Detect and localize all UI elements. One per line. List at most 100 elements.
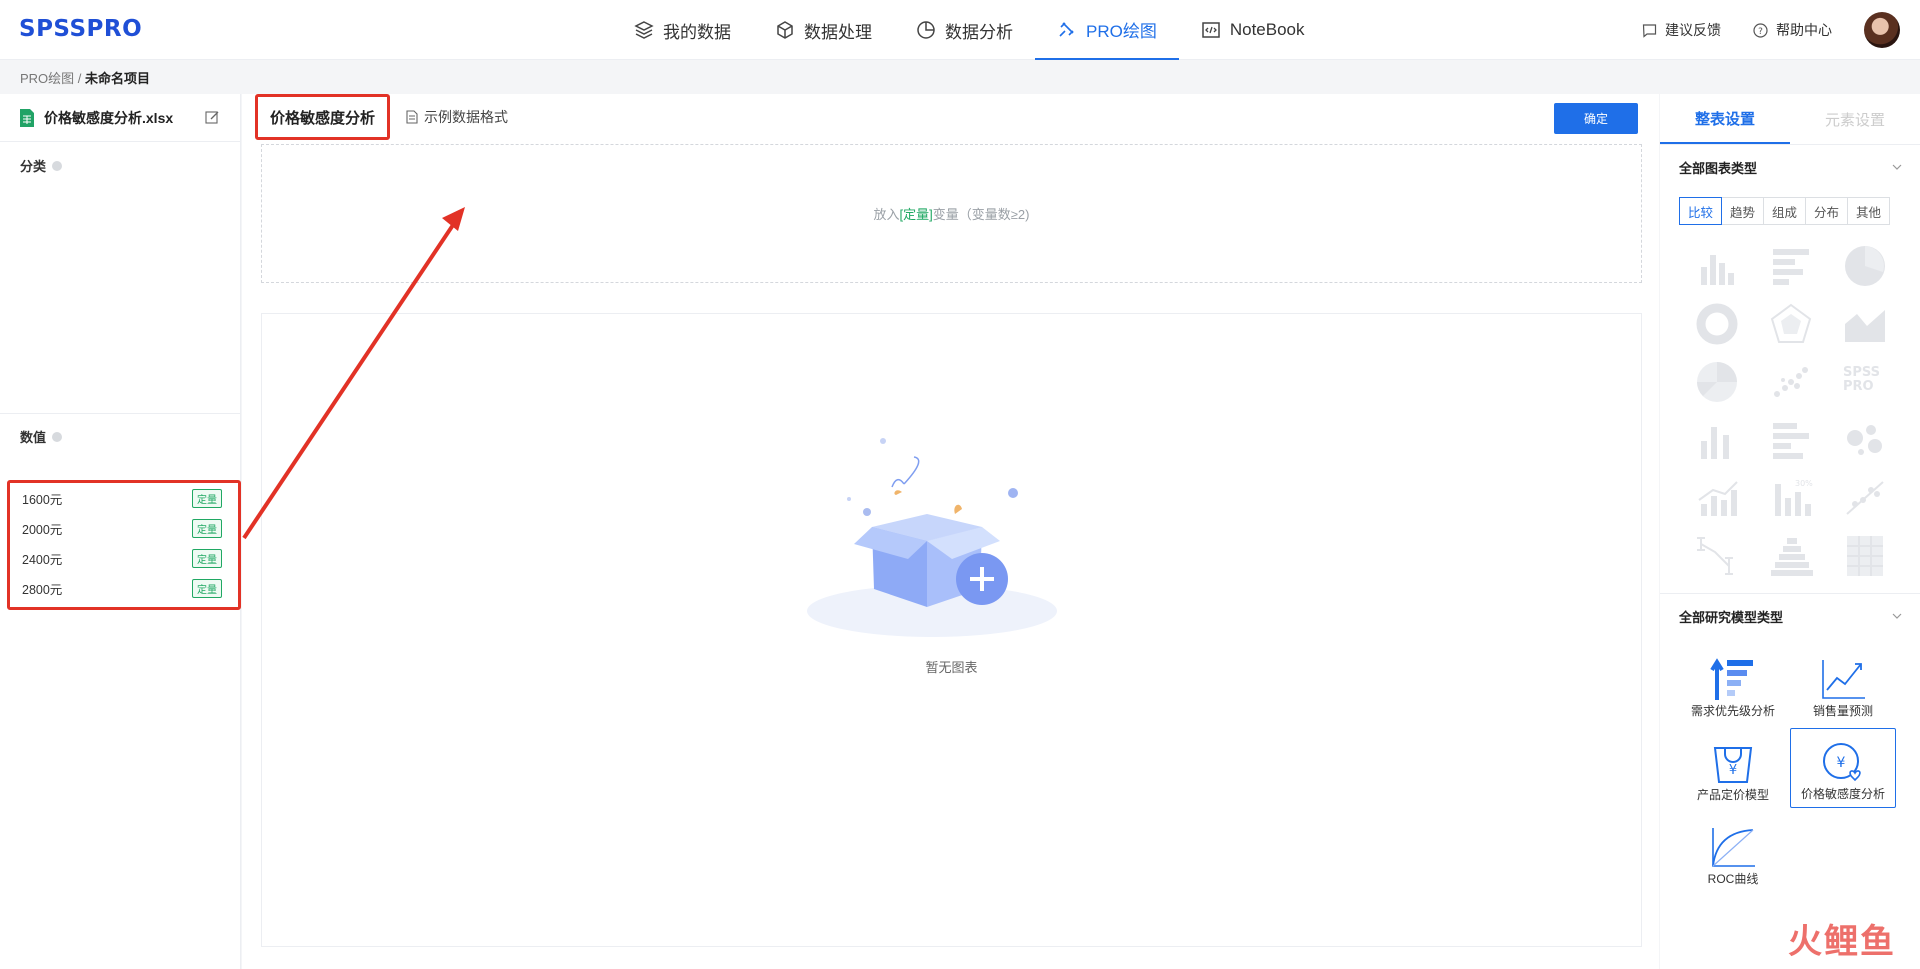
document-icon [406, 110, 418, 124]
tab-price-sensitivity[interactable]: 价格敏感度分析 [255, 94, 391, 140]
model-label: 销售量预测 [1812, 704, 1873, 718]
nav-my-data[interactable]: 我的数据 [612, 0, 753, 60]
feedback-link[interactable]: 建议反馈 [1642, 20, 1721, 40]
breadcrumb-current: 未命名项目 [85, 71, 151, 86]
bar-chart-icon[interactable] [1680, 237, 1754, 295]
heatmap-icon[interactable] [1828, 527, 1902, 585]
model-label: 产品定价模型 [1696, 788, 1769, 802]
model-sales-forecast[interactable]: 销售量预测 [1790, 644, 1896, 724]
filter-compare[interactable]: 比较 [1679, 197, 1722, 225]
breadcrumb-separator: / [77, 71, 82, 86]
variable-item[interactable]: 2800元 定量 [10, 573, 238, 603]
edit-icon[interactable] [205, 110, 220, 125]
logo[interactable]: SPSSPRO [19, 16, 142, 42]
variable-list-highlight: 1600元 定量 2000元 定量 2400元 定量 2800元 定量 [7, 480, 241, 610]
tab-element-settings[interactable]: 元素设置 [1790, 94, 1920, 144]
pie-icon [917, 21, 935, 39]
tab-sample-format[interactable]: 示例数据格式 [406, 107, 508, 127]
model-pricing[interactable]: ¥ 产品定价模型 [1680, 728, 1786, 808]
svg-text:¥: ¥ [1837, 755, 1846, 771]
nav-label: 数据分析 [945, 22, 1013, 42]
filter-distribution[interactable]: 分布 [1805, 197, 1848, 225]
model-grid: 需求优先级分析 销售量预测 ¥ 产品定价模型 ¥ 价格敏感度分析 ROC曲线 [1680, 644, 1920, 892]
bar-line-combo-icon[interactable] [1680, 469, 1754, 527]
avatar[interactable] [1864, 12, 1900, 48]
drop-text-pre: 放入 [873, 207, 900, 222]
variable-name: 2000元 [22, 522, 63, 537]
model-price-sensitivity[interactable]: ¥ 价格敏感度分析 [1790, 728, 1896, 808]
model-label: 需求优先级分析 [1690, 704, 1775, 718]
nav-notebook[interactable]: NoteBook [1179, 0, 1327, 60]
watermark: 火鲤鱼 [1788, 923, 1896, 961]
settings-tabs: 整表设置 元素设置 [1660, 94, 1920, 145]
value-section: 数值 [0, 414, 240, 446]
tab-table-settings[interactable]: 整表设置 [1660, 94, 1790, 144]
filter-composition[interactable]: 组成 [1763, 197, 1806, 225]
chart-type-filter: 比较 趋势 组成 分布 其他 [1679, 197, 1920, 225]
trend-chart-icon [1822, 660, 1865, 699]
help-link[interactable]: ? 帮助中心 [1753, 20, 1832, 40]
top-right-actions: 建议反馈 ? 帮助中心 [1642, 0, 1900, 60]
file-row: 价格敏感度分析.xlsx [0, 94, 240, 142]
stacked-horizontal-bar-icon[interactable] [1754, 411, 1828, 469]
quant-tag: 定量 [192, 488, 222, 508]
quant-tag: 定量 [192, 518, 222, 538]
pie-chart-icon[interactable] [1828, 237, 1902, 295]
nav-label: 数据处理 [804, 22, 872, 42]
empty-box-illustration [807, 438, 1057, 637]
variable-item[interactable]: 2400元 定量 [10, 543, 238, 573]
variable-name: 2400元 [22, 552, 63, 567]
priority-icon [1710, 658, 1753, 700]
scatter-trend-icon[interactable] [1828, 469, 1902, 527]
quant-tag: 定量 [192, 548, 222, 568]
feedback-label: 建议反馈 [1665, 22, 1721, 38]
variable-drop-zone[interactable]: 放入 [定量] 变量（变量数≥2) [261, 144, 1642, 283]
info-icon[interactable] [52, 160, 63, 171]
file-name: 价格敏感度分析.xlsx [44, 109, 174, 126]
code-icon [1202, 22, 1220, 38]
price-bag-icon: ¥ [1713, 747, 1753, 783]
drop-text-post: 变量（变量数≥2) [932, 207, 1030, 222]
help-label: 帮助中心 [1776, 22, 1832, 38]
value-title: 数值 [0, 427, 240, 446]
area-chart-icon[interactable] [1828, 295, 1902, 353]
nav-pro-chart[interactable]: PRO绘图 [1035, 0, 1179, 60]
pyramid-chart-icon[interactable] [1754, 527, 1828, 585]
variable-name: 2800元 [22, 582, 63, 597]
radar-chart-icon[interactable] [1754, 295, 1828, 353]
quant-tag: 定量 [192, 578, 222, 598]
main-workspace: 价格敏感度分析 示例数据格式 确定 放入 [定量] 变量（变量数≥2) 暂无图表 [242, 94, 1659, 969]
breadcrumb: PRO绘图 / 未命名项目 [20, 68, 150, 87]
all-chart-types-header[interactable]: 全部图表类型 [1660, 145, 1920, 189]
svg-text:?: ? [1758, 27, 1763, 37]
model-priority[interactable]: 需求优先级分析 [1680, 644, 1786, 724]
bubble-chart-icon[interactable] [1828, 411, 1902, 469]
chevron-down-icon [1892, 613, 1902, 619]
filter-trend[interactable]: 趋势 [1721, 197, 1764, 225]
horizontal-bar-icon[interactable] [1754, 237, 1828, 295]
all-models-header[interactable]: 全部研究模型类型 [1660, 594, 1920, 638]
price-heart-icon: ¥ [1823, 743, 1861, 782]
variable-item[interactable]: 2000元 定量 [10, 513, 238, 543]
nav-data-analysis[interactable]: 数据分析 [894, 0, 1035, 60]
percent-bar-icon[interactable]: 30% [1754, 469, 1828, 527]
scatter-chart-icon[interactable] [1754, 353, 1828, 411]
category-title: 分类 [0, 156, 240, 175]
info-icon[interactable] [52, 431, 63, 442]
filter-other[interactable]: 其他 [1847, 197, 1890, 225]
empty-chart-text: 暂无图表 [925, 660, 978, 675]
breadcrumb-root[interactable]: PRO绘图 [20, 71, 74, 86]
nav-label: 我的数据 [663, 22, 731, 42]
error-bar-icon[interactable] [1680, 527, 1754, 585]
rose-chart-icon[interactable] [1680, 353, 1754, 411]
drop-text-quant: [定量] [899, 207, 933, 222]
grouped-bar-icon[interactable] [1680, 411, 1754, 469]
nav-label: NoteBook [1229, 20, 1305, 39]
spsspro-logo-icon[interactable]: SPSS PRO [1828, 353, 1902, 411]
confirm-button[interactable]: 确定 [1554, 103, 1638, 134]
nav-data-processing[interactable]: 数据处理 [753, 0, 894, 60]
model-roc-curve[interactable]: ROC曲线 [1680, 812, 1786, 892]
variable-item[interactable]: 1600元 定量 [10, 483, 238, 513]
workspace-tabs: 价格敏感度分析 示例数据格式 [255, 94, 508, 140]
donut-chart-icon[interactable] [1680, 295, 1754, 353]
